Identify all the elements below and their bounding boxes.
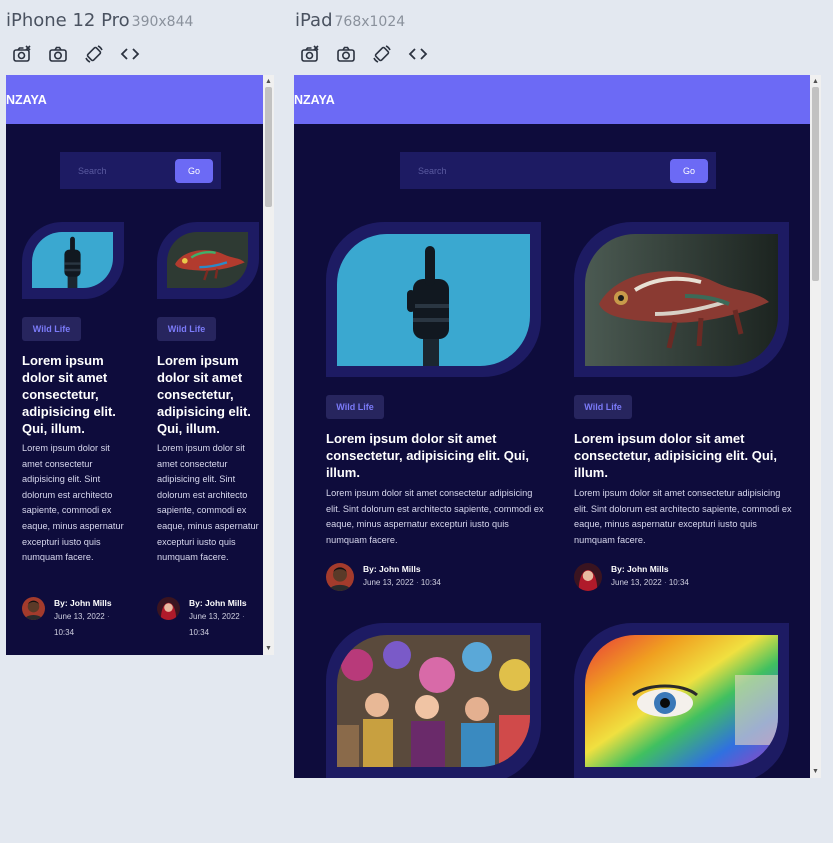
date-text: June 13, 2022 <box>363 578 414 587</box>
post-date: June 13, 2022 · 10:34 <box>363 575 441 590</box>
post-card[interactable] <box>326 623 546 778</box>
brand-logo[interactable]: NZAYA <box>294 93 335 107</box>
author-avatar <box>22 597 45 620</box>
post-image-frame <box>574 623 789 778</box>
device-name: iPad <box>295 10 333 31</box>
scroll-up-arrow[interactable]: ▲ <box>810 77 821 86</box>
scroll-down-arrow[interactable]: ▼ <box>810 767 821 776</box>
post-card[interactable] <box>574 623 794 778</box>
device-size: 390x844 <box>131 14 194 30</box>
date-separator: · <box>415 578 419 587</box>
ipad-viewport: NZAYA Go Wild Life Lorem ipsum dolor sit… <box>294 75 810 778</box>
author-meta: By: John Mills June 13, 2022 · 10:34 <box>611 563 689 591</box>
post-author: By: John Mills June 13, 2022 · 10:34 <box>22 597 112 640</box>
date-text: June 13, 2022 <box>54 612 105 621</box>
parade-crowd-image <box>337 635 530 767</box>
code-icon[interactable] <box>119 44 141 64</box>
post-author: By: John Mills June 13, 2022 · 10:34 <box>574 563 689 591</box>
category-tag[interactable]: Wild Life <box>157 317 216 341</box>
iphone-toolbar <box>11 44 141 64</box>
post-excerpt: Lorem ipsum dolor sit amet consectetur a… <box>574 488 792 545</box>
author-name[interactable]: By: John Mills <box>363 563 441 575</box>
robot-hand-image <box>337 234 530 366</box>
date-text: June 13, 2022 <box>611 578 662 587</box>
date-text: June 13, 2022 <box>189 612 240 621</box>
author-name[interactable]: By: John Mills <box>54 597 112 609</box>
date-separator: · <box>106 612 110 621</box>
robot-hand-image <box>32 232 113 288</box>
ipad-scrollbar[interactable]: ▲ ▼ <box>810 75 821 778</box>
post-title[interactable]: Lorem ipsum dolor sit amet consectetur, … <box>326 430 544 481</box>
iphone-device-label: iPhone 12 Pro 390x844 <box>6 10 193 31</box>
post-card[interactable]: Wild Life Lorem ipsum dolor sit amet con… <box>574 222 794 592</box>
code-icon[interactable] <box>407 44 429 64</box>
scroll-thumb[interactable] <box>812 87 819 281</box>
site-navbar: NZAYA <box>6 75 263 124</box>
rotate-device-icon[interactable] <box>83 44 105 64</box>
time-text: 10:34 <box>189 627 210 637</box>
post-image-frame <box>574 222 789 377</box>
ipad-device-label: iPad 768x1024 <box>295 10 405 31</box>
post-date: June 13, 2022 · 10:34 <box>189 609 247 640</box>
site-navbar: NZAYA <box>294 75 810 124</box>
category-tag[interactable]: Wild Life <box>326 395 384 419</box>
camera-icon[interactable] <box>335 44 357 64</box>
author-avatar <box>326 563 354 591</box>
painted-face-image <box>585 635 778 767</box>
author-meta: By: John Mills June 13, 2022 · 10:34 <box>363 563 441 591</box>
time-text: 10:34 <box>668 578 689 587</box>
search-bar: Go <box>60 152 221 189</box>
camera-icon[interactable] <box>47 44 69 64</box>
search-input[interactable] <box>78 165 158 176</box>
date-separator: · <box>241 612 245 621</box>
post-image-frame <box>22 222 124 299</box>
post-excerpt: Lorem ipsum dolor sit amet consectetur a… <box>326 488 544 545</box>
go-button[interactable]: Go <box>175 158 213 183</box>
scroll-down-arrow[interactable]: ▼ <box>263 644 274 653</box>
post-excerpt: Lorem ipsum dolor sit amet consectetur a… <box>22 443 124 563</box>
rotate-device-icon[interactable] <box>371 44 393 64</box>
brand-logo[interactable]: NZAYA <box>6 93 47 107</box>
date-separator: · <box>663 578 667 587</box>
ipad-toolbar <box>299 44 429 64</box>
scroll-up-arrow[interactable]: ▲ <box>263 77 274 86</box>
category-tag[interactable]: Wild Life <box>574 395 632 419</box>
post-excerpt: Lorem ipsum dolor sit amet consectetur a… <box>157 443 259 563</box>
search-input[interactable] <box>418 165 618 176</box>
author-avatar <box>157 597 180 620</box>
post-image-frame <box>326 222 541 377</box>
post-image-frame <box>157 222 259 299</box>
author-avatar <box>574 563 602 591</box>
post-date: June 13, 2022 · 10:34 <box>54 609 112 640</box>
time-text: 10:34 <box>420 578 441 587</box>
iphone-scrollbar[interactable]: ▲ ▼ <box>263 75 274 655</box>
author-name[interactable]: By: John Mills <box>189 597 247 609</box>
camera-settings-icon[interactable] <box>299 44 321 64</box>
device-name: iPhone 12 Pro <box>6 10 130 31</box>
post-card[interactable]: Wild Life Lorem ipsum dolor sit amet con… <box>326 222 546 592</box>
device-size: 768x1024 <box>334 14 406 30</box>
post-card[interactable]: Wild Life Lorem ipsum dolor sit amet con… <box>157 222 263 652</box>
search-bar: Go <box>400 152 716 189</box>
category-tag[interactable]: Wild Life <box>22 317 81 341</box>
post-image-frame <box>326 623 541 778</box>
time-text: 10:34 <box>54 627 75 637</box>
scroll-thumb[interactable] <box>265 87 272 207</box>
post-title[interactable]: Lorem ipsum dolor sit amet consectetur, … <box>22 352 130 437</box>
post-date: June 13, 2022 · 10:34 <box>611 575 689 590</box>
post-title[interactable]: Lorem ipsum dolor sit amet consectetur, … <box>157 352 263 437</box>
chameleon-image <box>585 234 778 366</box>
post-title[interactable]: Lorem ipsum dolor sit amet consectetur, … <box>574 430 792 481</box>
camera-settings-icon[interactable] <box>11 44 33 64</box>
author-name[interactable]: By: John Mills <box>611 563 689 575</box>
post-author: By: John Mills June 13, 2022 · 10:34 <box>326 563 441 591</box>
chameleon-image <box>167 232 248 288</box>
iphone-viewport: NZAYA Go Wild Life Lorem ipsum dolor sit… <box>6 75 263 655</box>
author-meta: By: John Mills June 13, 2022 · 10:34 <box>54 597 112 640</box>
author-meta: By: John Mills June 13, 2022 · 10:34 <box>189 597 247 640</box>
go-button[interactable]: Go <box>670 158 708 183</box>
post-author: By: John Mills June 13, 2022 · 10:34 <box>157 597 247 640</box>
post-card[interactable]: Wild Life Lorem ipsum dolor sit amet con… <box>22 222 132 652</box>
